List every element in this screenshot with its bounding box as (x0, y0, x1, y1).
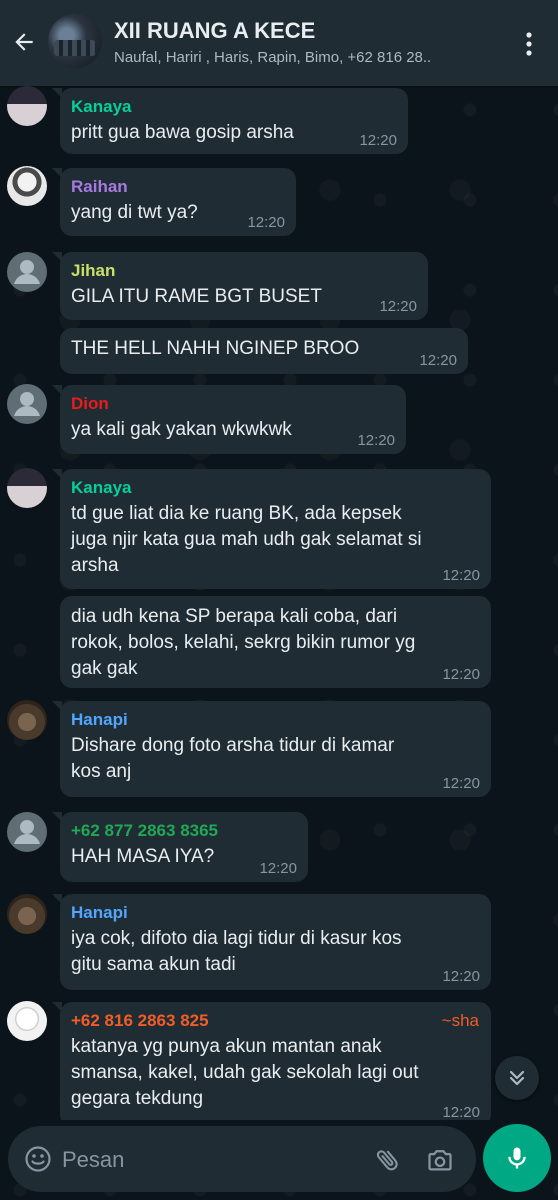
avatar-default[interactable] (7, 252, 47, 292)
camera-button[interactable] (422, 1142, 458, 1178)
message-bubble[interactable]: dia udh kena SP berapa kali coba, dari r… (60, 596, 491, 688)
avatar-kanaya[interactable] (7, 468, 47, 508)
avatar-default[interactable] (7, 812, 47, 852)
emoji-icon (25, 1146, 51, 1172)
arrow-left-icon (15, 33, 33, 51)
paperclip-icon (376, 1150, 398, 1171)
sender-name[interactable]: Kanaya (71, 477, 479, 499)
message-text: iya cok, difoto dia lagi tidur di kasur … (71, 928, 402, 975)
message-bubble[interactable]: Kanaya pritt gua bawa gosip arsha 12:20 (52, 88, 408, 154)
message-time: 12:20 (379, 298, 417, 315)
message-bubble[interactable]: Dion ya kali gak yakan wkwkwk 12:20 (52, 385, 406, 454)
message-time: 12:20 (442, 775, 480, 792)
scroll-down-button[interactable] (495, 1056, 539, 1100)
message-text: Dishare dong foto arsha tidur di kamar k… (71, 735, 395, 782)
message-time: 12:20 (442, 968, 480, 985)
attach-button[interactable] (370, 1142, 406, 1178)
message-bubble[interactable]: Hanapi iya cok, difoto dia lagi tidur di… (52, 894, 491, 990)
avatar-hanapi[interactable] (7, 894, 47, 934)
message-time: 12:20 (442, 666, 480, 683)
message-text: THE HELL NAHH NGINEP BROO (71, 338, 360, 359)
more-vertical-icon (526, 32, 532, 56)
message-time: 12:20 (442, 567, 480, 584)
chat-title[interactable]: XII RUANG A KECE (114, 18, 315, 44)
message-bubble[interactable]: +62 877 2863 8365 HAH MASA IYA? 12:20 (52, 812, 308, 882)
sender-row: +62 816 2863 825 ~sha (71, 1010, 479, 1034)
chat-header: XII RUANG A KECE Naufal, Hariri , Haris,… (0, 0, 558, 86)
message-time: 12:20 (247, 214, 285, 231)
message-bubble[interactable]: THE HELL NAHH NGINEP BROO 12:20 (60, 328, 468, 374)
message-text: katanya yg punya akun mantan anak smansa… (71, 1036, 419, 1109)
message-list[interactable]: Kanaya pritt gua bawa gosip arsha 12:20 … (0, 86, 558, 1120)
double-chevron-down-icon (509, 1070, 525, 1086)
sender-name[interactable]: Hanapi (71, 709, 479, 731)
back-button[interactable] (6, 24, 42, 60)
camera-icon (428, 1150, 452, 1171)
sender-name[interactable]: Dion (71, 393, 394, 415)
message-time: 12:20 (442, 1104, 480, 1120)
emoji-button[interactable] (22, 1143, 54, 1175)
message-time: 12:20 (359, 132, 397, 149)
message-bubble[interactable]: Hanapi Dishare dong foto arsha tidur di … (52, 701, 491, 797)
person-icon (14, 260, 40, 284)
message-text: td gue liat dia ke ruang BK, ada kepsek … (71, 503, 422, 576)
message-time: 12:20 (357, 432, 395, 449)
message-input[interactable] (60, 1140, 364, 1180)
message-text: dia udh kena SP berapa kali coba, dari r… (71, 606, 416, 679)
person-icon (14, 820, 40, 844)
message-time: 12:20 (259, 860, 297, 877)
message-text: ya kali gak yakan wkwkwk (71, 419, 292, 440)
chat-participants[interactable]: Naufal, Hariri , Haris, Rapin, Bimo, +62… (114, 49, 484, 66)
avatar-kanaya[interactable] (7, 86, 47, 126)
message-text: pritt gua bawa gosip arsha (71, 122, 294, 143)
message-bubble[interactable]: Kanaya td gue liat dia ke ruang BK, ada … (52, 469, 491, 589)
avatar-sha[interactable] (7, 1001, 47, 1041)
person-icon (14, 392, 40, 416)
sender-pushname: ~sha (441, 1011, 479, 1030)
avatar-raihan[interactable] (7, 166, 47, 206)
message-bubble[interactable]: Raihan yang di twt ya? 12:20 (52, 168, 296, 236)
sender-name[interactable]: Raihan (71, 176, 284, 198)
avatar-default[interactable] (7, 384, 47, 424)
microphone-icon (508, 1147, 526, 1169)
message-bubble[interactable]: +62 816 2863 825 ~sha katanya yg punya a… (52, 1002, 491, 1120)
avatar-hanapi[interactable] (7, 700, 47, 740)
message-time: 12:20 (419, 352, 457, 369)
menu-button[interactable] (514, 26, 544, 62)
sender-name[interactable]: Hanapi (71, 902, 479, 924)
message-composer (8, 1126, 476, 1192)
group-avatar[interactable] (48, 14, 102, 68)
voice-message-button[interactable] (483, 1124, 551, 1192)
sender-name[interactable]: +62 816 2863 825 (71, 1010, 209, 1032)
sender-name[interactable]: Kanaya (71, 96, 396, 118)
sender-name[interactable]: Jihan (71, 260, 416, 282)
sender-name[interactable]: +62 877 2863 8365 (71, 820, 296, 842)
message-bubble[interactable]: Jihan GILA ITU RAME BGT BUSET 12:20 (52, 252, 428, 320)
message-text: GILA ITU RAME BGT BUSET (71, 286, 322, 307)
